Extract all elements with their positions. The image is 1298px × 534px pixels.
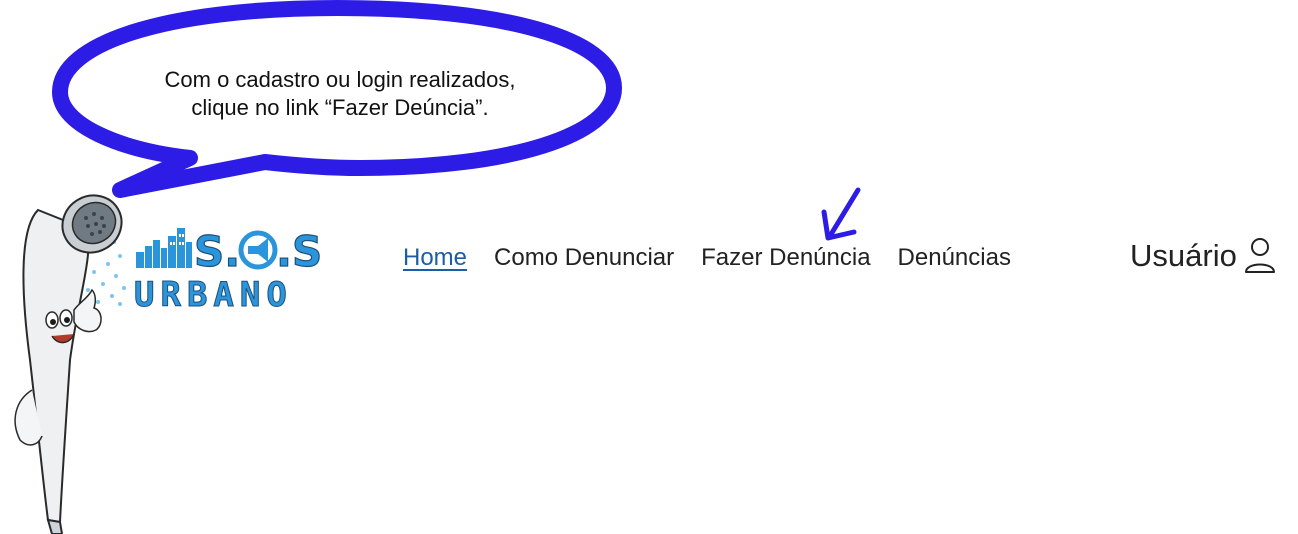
main-nav: Home Como Denunciar Fazer Denúncia Denún… — [403, 244, 1011, 272]
svg-text:URBANO: URBANO — [134, 275, 293, 310]
pointer-arrow-annotation — [821, 187, 861, 241]
nav-link-fazer-denuncia[interactable]: Fazer Denúncia — [701, 244, 870, 272]
nav-link-denuncias[interactable]: Denúncias — [898, 244, 1011, 272]
user-icon — [1244, 238, 1275, 273]
sos-urbano-logo: S. .S URBANO — [134, 226, 323, 310]
user-menu[interactable]: Usuário — [1130, 236, 1277, 276]
svg-text:S.: S. — [194, 227, 240, 276]
nav-link-home[interactable]: Home — [403, 244, 467, 272]
shower-mascot-illustration — [14, 194, 126, 534]
bubble-line-2: clique no link “Fazer Deúncia”. — [191, 95, 489, 120]
user-label: Usuário — [1130, 238, 1237, 273]
speech-bubble-text: Com o cadastro ou login realizados, cliq… — [100, 66, 580, 122]
bubble-line-1: Com o cadastro ou login realizados, — [164, 67, 516, 92]
page: Com o cadastro ou login realizados, cliq… — [0, 0, 1298, 534]
nav-link-como-denunciar[interactable]: Como Denunciar — [494, 244, 674, 272]
svg-text:.S: .S — [276, 227, 322, 276]
